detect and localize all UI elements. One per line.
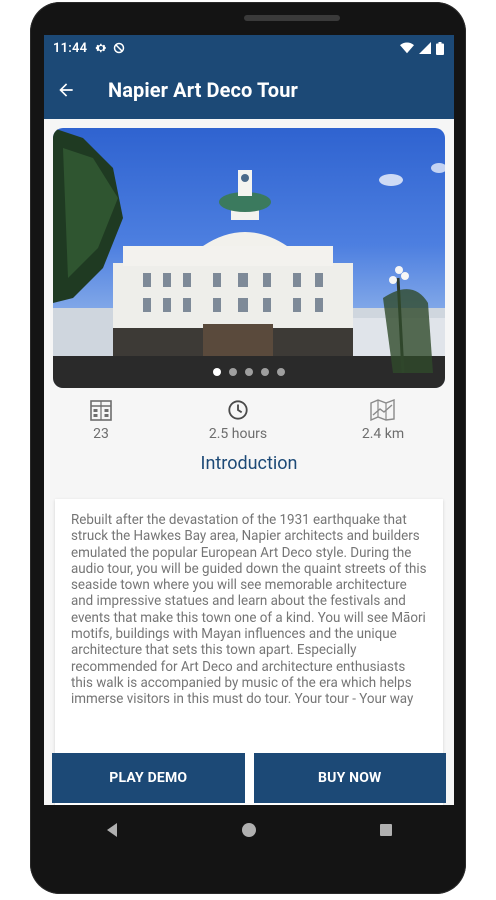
settings-icon [96,43,107,53]
nav-back-icon[interactable] [105,822,119,838]
page-title: Napier Art Deco Tour [108,78,298,102]
buildings-icon [90,400,112,421]
wifi-icon [400,42,414,54]
map-distance-icon [370,399,395,421]
app-bar: Napier Art Deco Tour [44,61,454,119]
section-title: Introduction [200,453,298,474]
arrow-back-icon [59,83,73,97]
buy-now-button[interactable]: BUY NOW [253,753,446,803]
carousel-dot[interactable] [229,368,237,376]
nav-recents-icon[interactable] [379,823,393,837]
action-buttons: PLAY DEMO BUY NOW [52,753,446,803]
battery-icon [436,41,444,55]
app-screen: 11:44 Napier Art Deco Tour 23 2.5 hours … [44,35,454,805]
status-time: 11:44 [53,40,88,56]
stat-stops-value: 23 [93,426,109,442]
hero-image-carousel[interactable] [53,128,445,388]
art-deco-building-image [53,128,445,388]
carousel-indicator [53,368,445,376]
system-nav-bar [44,805,454,855]
tour-stats: 23 2.5 hours 2.4 km [44,397,454,445]
stat-duration: 2.5 hours [183,397,293,442]
status-bar: 11:44 [44,35,454,61]
signal-icon [419,42,431,54]
nav-home-icon[interactable] [241,822,257,838]
no-disturb-icon [114,42,125,54]
clock-icon [228,400,248,420]
speaker-grille [244,15,340,21]
stat-duration-value: 2.5 hours [208,426,268,442]
back-button[interactable] [44,61,94,119]
carousel-dot[interactable] [261,368,269,376]
play-demo-button[interactable]: PLAY DEMO [52,753,245,803]
stat-distance: 2.4 km [328,397,438,442]
carousel-dot[interactable] [213,368,221,376]
carousel-dot[interactable] [277,368,285,376]
tour-description: Rebuilt after the devastation of the 193… [71,513,427,708]
carousel-dot[interactable] [245,368,253,376]
stat-distance-value: 2.4 km [361,426,405,442]
stat-stops: 23 [46,397,156,442]
